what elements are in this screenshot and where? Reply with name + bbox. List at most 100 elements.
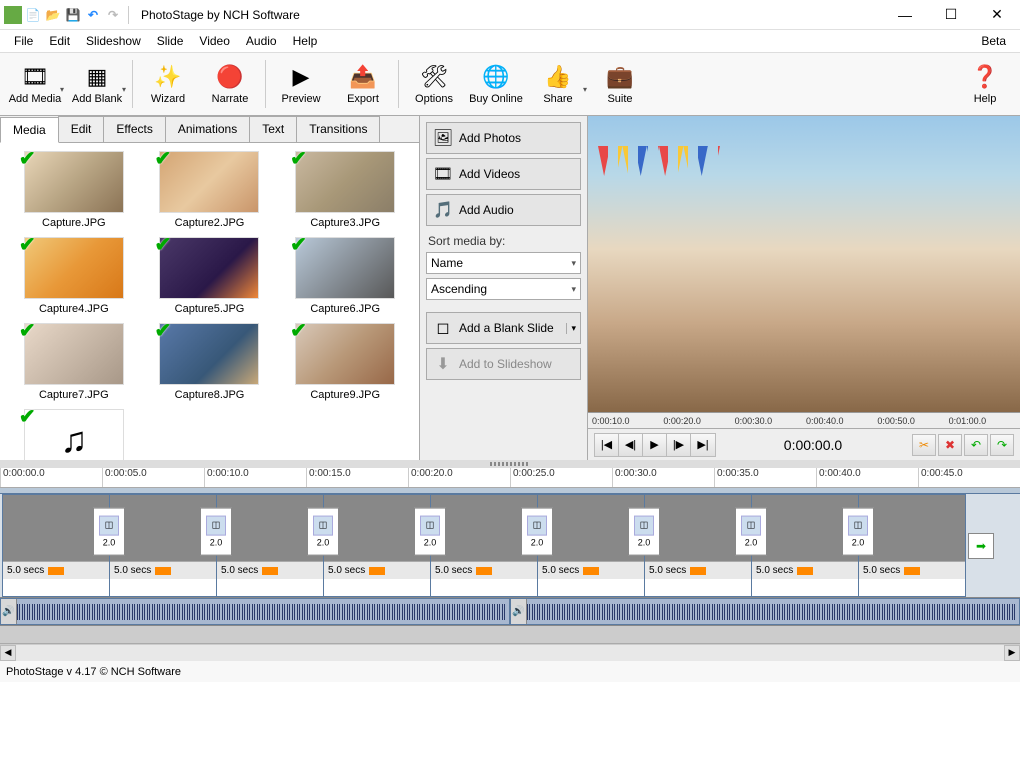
cut-button[interactable]: ✂ — [912, 434, 936, 456]
share-button[interactable]: 👍Share▾ — [527, 56, 589, 112]
media-item[interactable]: ✔Capture7.JPG — [8, 323, 140, 401]
tab-effects[interactable]: Effects — [103, 116, 165, 142]
menu-item-help[interactable]: Help — [285, 32, 326, 50]
media-thumbnail[interactable]: ✔ — [295, 151, 395, 213]
undo-button[interactable]: ↶ — [964, 434, 988, 456]
goto-start-button[interactable]: |◀ — [595, 434, 619, 456]
scroll-right-button[interactable]: ▶ — [1004, 645, 1020, 661]
timeline-clip[interactable]: 5.0 secs◫2.0 — [751, 494, 859, 597]
transition-box[interactable]: ◫2.0 — [200, 507, 232, 555]
buy-online-button[interactable]: 🌐Buy Online — [465, 56, 527, 112]
media-thumbnail[interactable]: ✔ — [295, 237, 395, 299]
speaker-icon[interactable]: 🔊 — [1, 599, 17, 624]
audio-track[interactable]: 🔊 🔊 — [0, 598, 1020, 626]
undo-icon[interactable]: ↶ — [84, 6, 102, 24]
timeline-end[interactable]: ➡ — [965, 494, 997, 597]
media-item-audio[interactable]: ✔♫ — [8, 409, 140, 460]
tab-text[interactable]: Text — [249, 116, 297, 142]
audio-clip[interactable]: 🔊 — [510, 598, 1020, 625]
dropdown-icon[interactable]: ▾ — [566, 323, 580, 334]
media-item[interactable]: ✔Capture8.JPG — [144, 323, 276, 401]
add-videos-button[interactable]: 🎞Add Videos — [426, 158, 581, 190]
tab-media[interactable]: Media — [0, 117, 59, 143]
timeline-clip[interactable]: 5.0 secs◫2.0 — [537, 494, 645, 597]
media-thumbnail[interactable]: ✔ — [159, 323, 259, 385]
add-media-button[interactable]: 🎞Add Media▾ — [4, 56, 66, 112]
audio-thumbnail[interactable]: ✔♫ — [24, 409, 124, 460]
timeline-ruler[interactable]: 0:00:00.00:00:05.00:00:10.00:00:15.00:00… — [0, 468, 1020, 488]
redo-button[interactable]: ↷ — [990, 434, 1014, 456]
media-item[interactable]: ✔Capture.JPG — [8, 151, 140, 229]
empty-track[interactable] — [0, 626, 1020, 644]
narrate-button[interactable]: 🔴Narrate — [199, 56, 261, 112]
add-blank-slide-button[interactable]: ◻Add a Blank Slide▾ — [426, 312, 581, 344]
minimize-button[interactable]: — — [882, 0, 928, 30]
timeline-clip[interactable]: 5.0 secs◫2.0 — [430, 494, 538, 597]
media-thumbnail[interactable]: ✔ — [24, 323, 124, 385]
menu-item-slideshow[interactable]: Slideshow — [78, 32, 149, 50]
media-thumbnail[interactable]: ✔ — [159, 237, 259, 299]
media-item[interactable]: ✔Capture3.JPG — [279, 151, 411, 229]
maximize-button[interactable]: ☐ — [928, 0, 974, 30]
add-to-slideshow-button[interactable]: ⬇Add to Slideshow — [426, 348, 581, 380]
transition-box[interactable]: ◫2.0 — [307, 507, 339, 555]
prev-frame-button[interactable]: ◀| — [619, 434, 643, 456]
menu-item-file[interactable]: File — [6, 32, 41, 50]
media-item[interactable]: ✔Capture2.JPG — [144, 151, 276, 229]
panel-resize-handle[interactable] — [0, 460, 1020, 468]
options-button[interactable]: 🛠Options — [403, 56, 465, 112]
horizontal-scrollbar[interactable]: ◀ ▶ — [0, 644, 1020, 660]
menu-item-slide[interactable]: Slide — [149, 32, 192, 50]
media-item[interactable]: ✔Capture5.JPG — [144, 237, 276, 315]
scroll-left-button[interactable]: ◀ — [0, 645, 16, 661]
close-button[interactable]: ✕ — [974, 0, 1020, 30]
goto-end-button[interactable]: ▶| — [691, 434, 715, 456]
open-icon[interactable]: 📂 — [44, 6, 62, 24]
new-icon[interactable]: 📄 — [24, 6, 42, 24]
timeline-clip[interactable]: 5.0 secs◫2.0 — [644, 494, 752, 597]
preview-ruler[interactable]: 0:00:10.00:00:20.00:00:30.00:00:40.00:00… — [588, 412, 1020, 428]
add-audio-button[interactable]: 🎵Add Audio — [426, 194, 581, 226]
media-thumbnail[interactable]: ✔ — [24, 237, 124, 299]
media-item[interactable]: ✔Capture4.JPG — [8, 237, 140, 315]
redo-icon[interactable]: ↷ — [104, 6, 122, 24]
media-thumbnail[interactable]: ✔ — [159, 151, 259, 213]
save-icon[interactable]: 💾 — [64, 6, 82, 24]
menu-item-edit[interactable]: Edit — [41, 32, 78, 50]
delete-button[interactable]: ✖ — [938, 434, 962, 456]
transition-box[interactable]: ◫2.0 — [521, 507, 553, 555]
add-blank-button[interactable]: ▦Add Blank▾ — [66, 56, 128, 112]
media-thumbnail[interactable]: ✔ — [295, 323, 395, 385]
speaker-icon[interactable]: 🔊 — [511, 599, 527, 624]
menu-item-audio[interactable]: Audio — [238, 32, 285, 50]
play-button[interactable]: ▶ — [643, 434, 667, 456]
timeline-clips[interactable]: 5.0 secs◫2.05.0 secs◫2.05.0 secs◫2.05.0 … — [0, 494, 1020, 598]
tab-transitions[interactable]: Transitions — [296, 116, 380, 142]
tab-edit[interactable]: Edit — [58, 116, 105, 142]
help-button[interactable]: ❓Help — [954, 56, 1016, 112]
media-item[interactable]: ✔Capture9.JPG — [279, 323, 411, 401]
next-frame-button[interactable]: |▶ — [667, 434, 691, 456]
preview-button[interactable]: ▶Preview — [270, 56, 332, 112]
timeline-clip[interactable]: 5.0 secs — [858, 494, 966, 597]
timeline-clip[interactable]: 5.0 secs◫2.0 — [109, 494, 217, 597]
tab-animations[interactable]: Animations — [165, 116, 250, 142]
timeline-clip[interactable]: 5.0 secs◫2.0 — [323, 494, 431, 597]
media-thumbnail[interactable]: ✔ — [24, 151, 124, 213]
transition-box[interactable]: ◫2.0 — [842, 507, 874, 555]
beta-label[interactable]: Beta — [981, 34, 1014, 48]
sort-dir-select[interactable]: Ascending▾ — [426, 278, 581, 300]
transition-box[interactable]: ◫2.0 — [735, 507, 767, 555]
audio-clip[interactable]: 🔊 — [0, 598, 510, 625]
transition-box[interactable]: ◫2.0 — [628, 507, 660, 555]
timeline-clip[interactable]: 5.0 secs◫2.0 — [216, 494, 324, 597]
timeline-clip[interactable]: 5.0 secs◫2.0 — [2, 494, 110, 597]
suite-button[interactable]: 💼Suite — [589, 56, 651, 112]
wizard-button[interactable]: ✨Wizard — [137, 56, 199, 112]
sort-field-select[interactable]: Name▾ — [426, 252, 581, 274]
preview-canvas[interactable] — [588, 116, 1020, 412]
export-button[interactable]: 📤Export — [332, 56, 394, 112]
menu-item-video[interactable]: Video — [191, 32, 237, 50]
media-item[interactable]: ✔Capture6.JPG — [279, 237, 411, 315]
transition-box[interactable]: ◫2.0 — [93, 507, 125, 555]
